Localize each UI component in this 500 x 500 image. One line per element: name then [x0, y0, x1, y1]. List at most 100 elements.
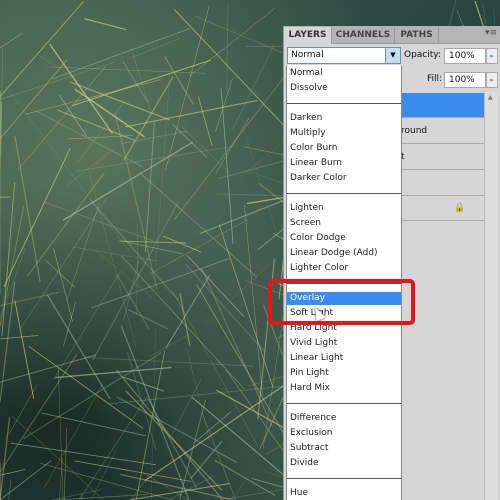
annotation-highlight-box: [268, 279, 415, 325]
scratch-line: [91, 257, 231, 309]
scratch-line: [49, 43, 113, 134]
blend-option-pin-light[interactable]: Pin Light: [287, 367, 401, 380]
layers-scrollbar[interactable]: ▲: [484, 92, 498, 500]
chevron-down-icon[interactable]: ▼: [385, 48, 400, 63]
scratch-line: [172, 379, 202, 435]
scratch-line: [115, 369, 224, 500]
scratch-line: [197, 96, 213, 147]
scratch-line: [189, 8, 275, 77]
blend-option-exclusion[interactable]: Exclusion: [287, 427, 401, 440]
blend-option-screen[interactable]: Screen: [287, 217, 401, 230]
scratch-line: [0, 354, 96, 383]
blend-option-color-burn[interactable]: Color Burn: [287, 142, 401, 155]
scratch-line: [215, 117, 250, 174]
menu-separator: [287, 478, 401, 479]
scratch-line: [55, 366, 172, 379]
scratch-line: [242, 125, 280, 242]
scratch-line: [74, 460, 192, 482]
fill-input[interactable]: 100%: [444, 72, 486, 88]
scratch-line: [194, 411, 232, 443]
scratch-line: [231, 472, 251, 500]
blend-option-dissolve[interactable]: Dissolve: [287, 82, 401, 95]
scratch-line: [72, 246, 157, 262]
scratch-line: [45, 259, 76, 288]
layer-row[interactable]: round: [399, 119, 484, 144]
opacity-slider-button[interactable]: ▸: [486, 48, 498, 64]
scratch-line: [41, 412, 147, 437]
scratch-line: [86, 357, 254, 367]
scratch-line: [14, 300, 35, 399]
blend-option-multiply[interactable]: Multiply: [287, 127, 401, 140]
layer-row[interactable]: t: [399, 145, 484, 170]
blend-option-hue[interactable]: Hue: [287, 487, 401, 500]
opacity-input[interactable]: 100%: [444, 48, 486, 64]
scratch-line: [53, 271, 121, 380]
scratch-line: [84, 18, 127, 31]
opacity-label: Opacity:: [404, 50, 441, 60]
blend-option-lighter-color[interactable]: Lighter Color: [287, 262, 401, 275]
layer-row[interactable]: 🔒: [399, 196, 484, 221]
layer-row[interactable]: [399, 171, 484, 196]
blend-option-divide[interactable]: Divide: [287, 457, 401, 470]
layer-row[interactable]: [399, 93, 484, 118]
tab-paths[interactable]: PATHS: [395, 27, 439, 44]
scratch-line: [67, 135, 133, 140]
blend-option-subtract[interactable]: Subtract: [287, 442, 401, 455]
menu-separator: [287, 103, 401, 104]
lock-icon: 🔒: [454, 203, 466, 213]
blend-option-linear-burn[interactable]: Linear Burn: [287, 157, 401, 170]
blend-option-normal[interactable]: Normal: [287, 67, 401, 80]
scratch-line: [218, 224, 274, 388]
fill-label: Fill:: [427, 74, 443, 84]
scratch-line: [14, 135, 41, 283]
blend-option-darker-color[interactable]: Darker Color: [287, 172, 401, 185]
scratch-line: [162, 235, 202, 253]
scratch-line: [128, 309, 169, 330]
blend-option-color-dodge[interactable]: Color Dodge: [287, 232, 401, 245]
blend-mode-value: Normal: [291, 50, 324, 60]
scratch-line: [190, 440, 223, 479]
scratch-line: [69, 81, 171, 121]
scratch-line: [78, 396, 148, 500]
panel-menu-icon[interactable]: ▾≡: [485, 28, 497, 38]
blend-option-lighten[interactable]: Lighten: [287, 202, 401, 215]
scratch-line: [115, 273, 150, 330]
scratch-line: [0, 281, 16, 403]
scratch-line: [144, 121, 155, 253]
scratch-line: [148, 333, 190, 358]
scratch-line: [35, 110, 144, 168]
scroll-up-icon[interactable]: ▲: [488, 94, 493, 101]
scratch-line: [125, 100, 258, 128]
scratch-line: [125, 390, 223, 491]
blend-option-hard-mix[interactable]: Hard Mix: [287, 382, 401, 395]
blend-mode-select[interactable]: Normal ▼: [287, 47, 401, 64]
fill-slider-button[interactable]: ▸: [486, 72, 498, 88]
panel-tabs: LAYERS CHANNELS PATHS ▾≡: [284, 26, 500, 44]
scratch-line: [11, 415, 104, 500]
blend-option-darken[interactable]: Darken: [287, 112, 401, 125]
scratch-line: [186, 255, 245, 317]
scratch-line: [122, 130, 188, 145]
scratch-line: [18, 66, 106, 170]
menu-separator: [287, 193, 401, 194]
blend-option-difference[interactable]: Difference: [287, 412, 401, 425]
scratch-line: [58, 458, 63, 500]
scratch-line: [0, 62, 115, 100]
scratch-line: [1, 182, 16, 337]
scratch-line: [8, 479, 12, 500]
scratch-line: [171, 123, 208, 158]
tab-layers[interactable]: LAYERS: [284, 27, 332, 44]
scratch-line: [214, 459, 276, 496]
scratch-line: [10, 442, 156, 466]
scratch-line: [0, 59, 68, 140]
blend-option-vivid-light[interactable]: Vivid Light: [287, 337, 401, 350]
scratch-line: [0, 32, 24, 49]
scratch-line: [76, 145, 236, 172]
tab-channels[interactable]: CHANNELS: [332, 27, 395, 44]
blend-option-linear-dodge-add[interactable]: Linear Dodge (Add): [287, 247, 401, 260]
scratch-line: [0, 248, 26, 319]
scratch-line: [0, 460, 52, 500]
blend-option-linear-light[interactable]: Linear Light: [287, 352, 401, 365]
scratch-line: [8, 384, 38, 435]
scratch-line: [26, 172, 105, 277]
